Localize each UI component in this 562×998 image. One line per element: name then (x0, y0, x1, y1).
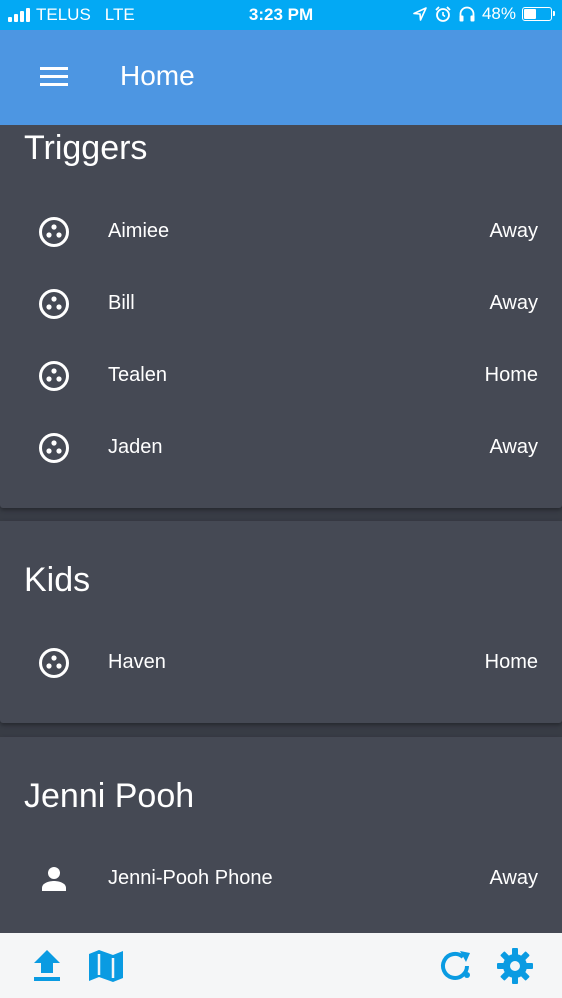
card-title: Triggers (24, 129, 148, 167)
bottom-toolbar (0, 933, 562, 998)
card-jenni-pooh: Jenni Pooh Jenni-Pooh Phone Away (0, 737, 562, 933)
entity-state: Away (489, 292, 538, 314)
page-title: Home (120, 60, 195, 91)
entity-state: Away (489, 220, 538, 242)
card-title: Kids (24, 561, 91, 599)
entity-state: Away (489, 436, 538, 458)
entity-name: Aimiee (108, 220, 170, 242)
entity-name: Tealen (108, 364, 167, 386)
entity-name: Jenni-Pooh Phone (108, 867, 273, 889)
tracker-icon (39, 648, 69, 678)
entity-state: Home (484, 651, 538, 673)
tracker-icon (39, 289, 69, 319)
battery-fill (524, 9, 536, 19)
battery-icon (522, 7, 555, 21)
entity-name: Jaden (108, 436, 163, 458)
app-header: Home (0, 30, 562, 125)
entity-name: Bill (108, 292, 135, 314)
card-title: Jenni Pooh (24, 777, 195, 815)
location-icon (413, 7, 427, 21)
entity-state: Away (489, 867, 538, 889)
alarm-icon (435, 6, 451, 22)
list-item[interactable]: Tealen Home (0, 340, 562, 412)
status-right: 48% (412, 4, 555, 24)
refresh-icon[interactable] (436, 947, 474, 985)
settings-icon[interactable] (496, 947, 534, 985)
map-icon[interactable] (87, 947, 125, 985)
list-item[interactable]: Bill Away (0, 268, 562, 340)
battery-percent: 48% (481, 4, 516, 23)
tracker-icon (39, 433, 69, 463)
list-item[interactable]: Jenni-Pooh Phone Away (0, 843, 562, 915)
entity-state: Home (484, 364, 538, 386)
entity-name: Haven (108, 651, 166, 673)
content-area[interactable]: Triggers Aimiee Away Bill Away Tealen Ho… (0, 125, 562, 933)
list-item[interactable]: Jaden Away (0, 412, 562, 484)
card-kids: Kids Haven Home (0, 521, 562, 723)
tracker-icon (39, 361, 69, 391)
upload-icon[interactable] (28, 947, 66, 985)
app-screen: TELUS LTE 3:23 PM 48% Home Triggers Aimi… (0, 0, 562, 998)
card-triggers: Triggers Aimiee Away Bill Away Tealen Ho… (0, 125, 562, 508)
person-icon (42, 867, 66, 891)
headphones-icon (459, 6, 475, 22)
list-item[interactable]: Aimiee Away (0, 196, 562, 268)
list-item[interactable]: Haven Home (0, 627, 562, 699)
menu-icon[interactable] (40, 67, 68, 87)
tracker-icon (39, 217, 69, 247)
status-bar: TELUS LTE 3:23 PM 48% (0, 0, 562, 30)
